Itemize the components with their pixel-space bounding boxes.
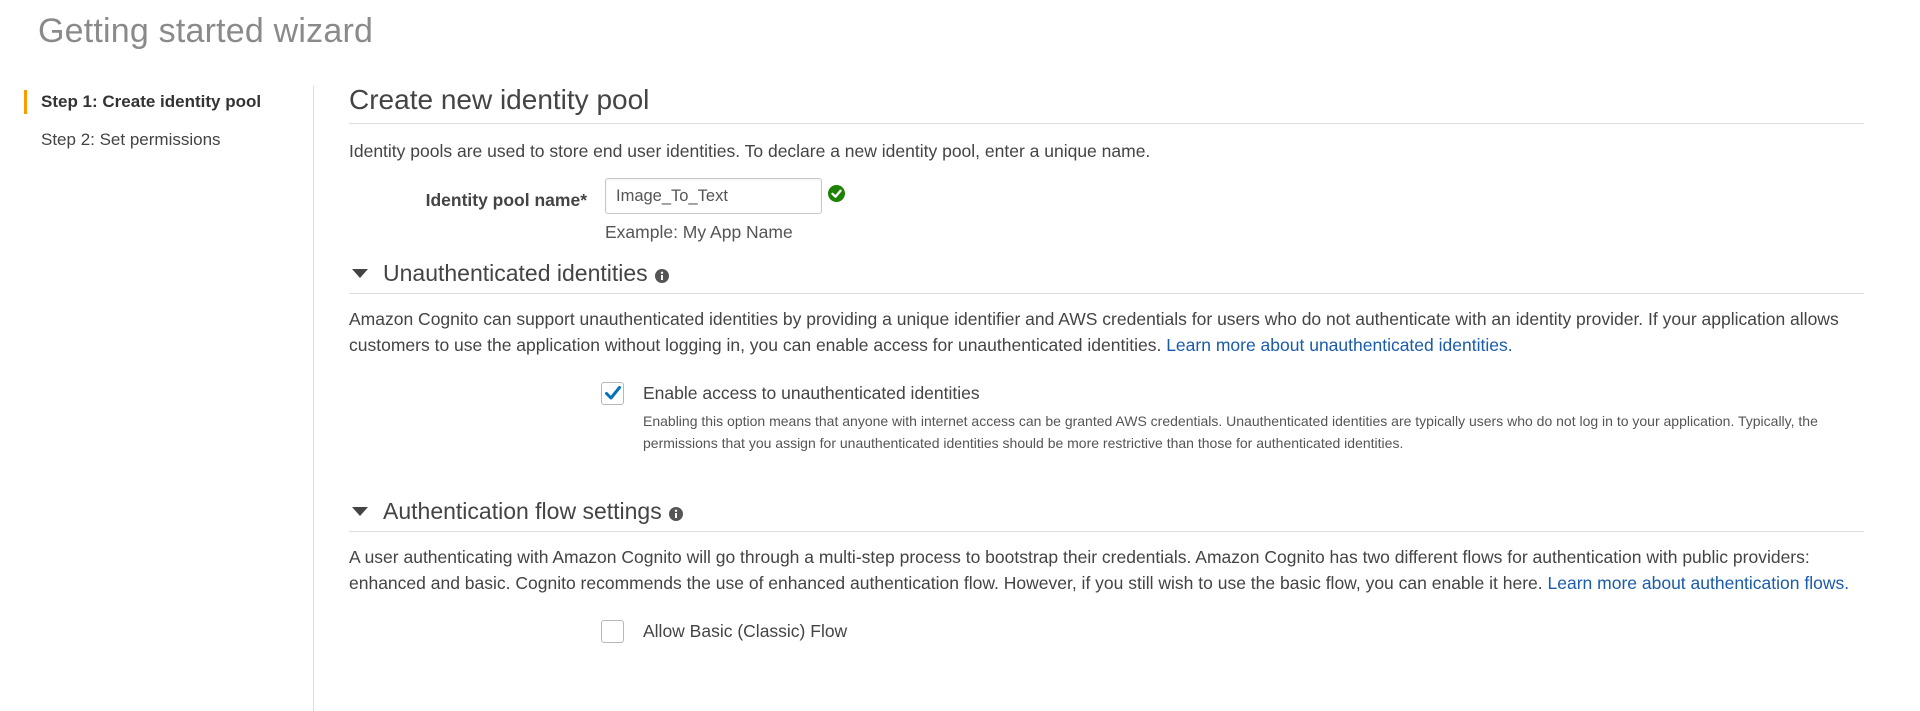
- pool-name-label: Identity pool name*: [425, 190, 587, 210]
- pool-name-input[interactable]: [605, 178, 822, 214]
- unauth-checkbox-block: Enable access to unauthenticated identit…: [601, 382, 1864, 454]
- enable-unauth-help: Enabling this option means that anyone w…: [643, 413, 1818, 451]
- pool-name-help: Example: My App Name: [605, 222, 793, 242]
- unauth-learn-more-link[interactable]: Learn more about unauthenticated identit…: [1166, 335, 1512, 355]
- check-circle-icon: [828, 185, 845, 202]
- caret-down-icon: [352, 506, 368, 516]
- intro-text: Identity pools are used to store end use…: [349, 141, 1151, 161]
- allow-basic-flow-label[interactable]: Allow Basic (Classic) Flow: [643, 620, 1864, 643]
- info-icon[interactable]: [654, 268, 669, 283]
- basic-flow-checkbox-block: Allow Basic (Classic) Flow: [601, 620, 1864, 643]
- page-title: Getting started wizard: [38, 12, 374, 50]
- unauth-section: Unauthenticated identities Amazon Cognit…: [349, 260, 1864, 454]
- section-heading: Create new identity pool: [349, 84, 1864, 124]
- auth-flow-section-title: Authentication flow settings: [383, 498, 662, 524]
- caret-down-icon: [352, 268, 368, 278]
- auth-flow-description: A user authenticating with Amazon Cognit…: [349, 544, 1864, 596]
- sidebar-divider: [313, 86, 314, 711]
- step-set-permissions[interactable]: Step 2: Set permissions: [24, 126, 314, 154]
- info-icon[interactable]: [668, 506, 683, 521]
- step-create-identity-pool[interactable]: Step 1: Create identity pool: [24, 88, 314, 116]
- main-content: Create new identity pool Identity pools …: [349, 84, 1864, 643]
- wizard-steps: Step 1: Create identity pool Step 2: Set…: [24, 88, 314, 164]
- auth-flow-section: Authentication flow settings A user auth…: [349, 498, 1864, 643]
- pool-name-row: Identity pool name* Example: My App Name: [349, 178, 1864, 248]
- auth-flow-section-header[interactable]: Authentication flow settings: [349, 498, 1864, 532]
- checkmark-icon: [605, 386, 621, 400]
- auth-flow-learn-more-link[interactable]: Learn more about authentication flows.: [1548, 573, 1850, 593]
- unauth-section-header[interactable]: Unauthenticated identities: [349, 260, 1864, 294]
- unauth-description: Amazon Cognito can support unauthenticat…: [349, 306, 1864, 358]
- enable-unauth-checkbox[interactable]: [601, 382, 624, 405]
- enable-unauth-label[interactable]: Enable access to unauthenticated identit…: [643, 382, 1864, 405]
- unauth-section-title: Unauthenticated identities: [383, 260, 648, 286]
- unauth-description-text: Amazon Cognito can support unauthenticat…: [349, 309, 1839, 355]
- allow-basic-flow-checkbox[interactable]: [601, 620, 624, 643]
